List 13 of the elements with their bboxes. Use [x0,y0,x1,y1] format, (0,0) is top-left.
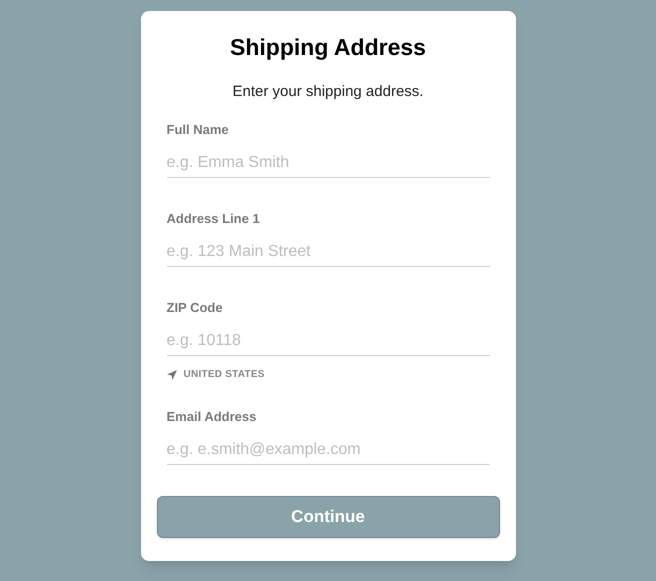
location-arrow-icon [166,370,176,380]
form-title: Shipping Address [229,33,427,61]
country-label: UNITED STATES [184,368,265,382]
continue-button[interactable]: Continue [156,496,500,538]
field-label: Email Address [166,409,258,425]
field-label: Full Name [166,122,230,138]
input-field[interactable]: e.g. e.smith@example.com [166,435,490,465]
form-subtitle: Enter your shipping address. [232,83,424,101]
field-label: Address Line 1 [166,211,261,227]
input-field[interactable]: e.g. Emma Smith [166,148,490,178]
field-label: ZIP Code [166,300,224,316]
input-field[interactable]: e.g. 123 Main Street [166,237,490,267]
input-field[interactable]: e.g. 10118 [166,326,490,356]
